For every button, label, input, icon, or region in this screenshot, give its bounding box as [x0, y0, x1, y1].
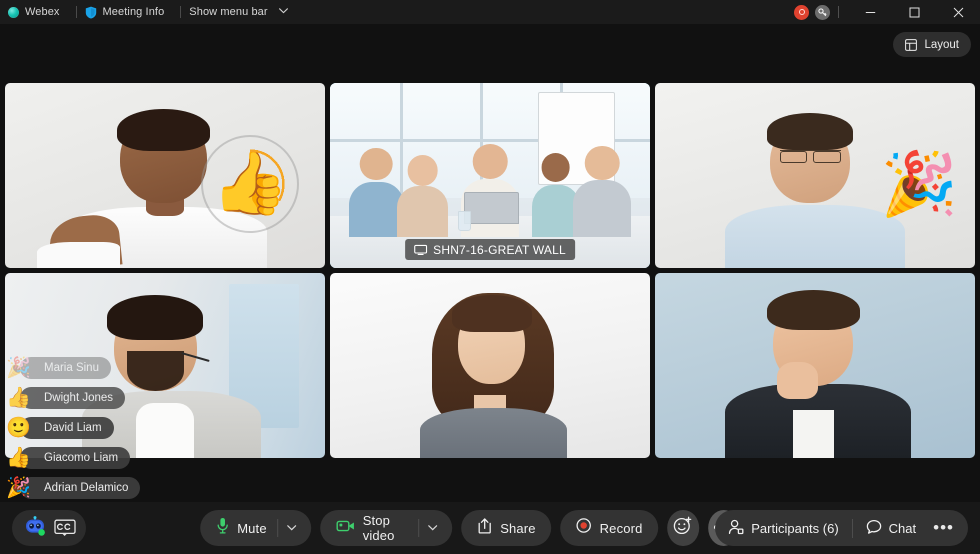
reaction-overlay-thumbs-up: 👍	[201, 134, 300, 233]
layout-button[interactable]: Layout	[893, 32, 971, 57]
closed-captions-icon[interactable]	[54, 519, 76, 537]
reaction-toast-name: Adrian Delamico	[20, 477, 141, 499]
video-tile-6[interactable]	[655, 273, 975, 458]
reaction-overlay-party-popper: 🎉	[873, 139, 965, 231]
camera-icon	[336, 519, 355, 538]
reaction-toast: 👍 Dwight Jones	[6, 387, 146, 409]
toolbar-right-group: Participants (6) Chat •••	[715, 510, 968, 546]
chat-button-label: Chat	[888, 520, 917, 536]
meeting-controls-toolbar: Mute Stop video Share Record Participant…	[0, 502, 980, 554]
webex-assistant-icon[interactable]	[22, 516, 48, 540]
participant-video-6	[655, 273, 975, 458]
thumbs-up-icon: 👍	[6, 447, 31, 469]
close-icon[interactable]	[936, 0, 980, 24]
reaction-toast: 🎉 Maria Sinu	[6, 357, 146, 379]
record-dot-icon	[576, 518, 592, 538]
chat-bubble-icon	[866, 519, 882, 538]
toolbar-right-more-button[interactable]: •••	[929, 510, 968, 546]
smiley-plus-icon	[674, 516, 693, 540]
mute-button[interactable]: Mute	[200, 510, 311, 546]
key-icon[interactable]	[815, 4, 830, 20]
share-upload-icon	[477, 517, 492, 539]
title-bar-left-group: Webex Meeting Info Show menu bar	[0, 0, 297, 24]
video-tile-5[interactable]	[330, 273, 650, 458]
title-bar-divider	[75, 6, 77, 18]
video-options-chevron-down-icon[interactable]	[419, 510, 446, 546]
minimize-icon[interactable]	[848, 0, 892, 24]
participants-button[interactable]: Participants (6)	[715, 510, 851, 546]
grid-layout-icon	[905, 38, 918, 51]
stop-video-button[interactable]: Stop video	[319, 510, 453, 546]
recording-indicator-icon[interactable]	[794, 4, 809, 20]
party-popper-icon: 🎉	[6, 357, 31, 379]
webex-meeting-window: Webex Meeting Info Show menu bar Layout …	[0, 0, 980, 554]
video-tile-1[interactable]: 👍	[5, 83, 325, 268]
chat-button[interactable]: Chat	[853, 510, 929, 546]
share-button[interactable]: Share	[461, 510, 552, 546]
show-menu-bar-button[interactable]: Show menu bar	[188, 0, 296, 24]
title-bar-divider-2	[180, 6, 182, 18]
video-grid: 👍	[5, 83, 975, 458]
video-tile-3[interactable]: 🎉	[655, 83, 975, 268]
shield-icon	[85, 6, 97, 19]
participant-name-pill: SHN7-16-GREAT WALL	[405, 239, 575, 260]
microphone-icon	[216, 517, 229, 539]
reactions-button[interactable]	[667, 510, 699, 546]
meeting-info-label: Meeting Info	[102, 6, 165, 18]
webex-app-menu[interactable]: Webex	[7, 0, 69, 24]
maximize-icon[interactable]	[892, 0, 936, 24]
chevron-down-icon	[278, 8, 288, 16]
record-button-label: Record	[599, 520, 643, 536]
webex-app-label: Webex	[25, 6, 60, 18]
participants-button-label: Participants (6)	[751, 520, 839, 536]
device-screen-icon	[414, 244, 428, 255]
reaction-toast: 👍 Giacomo Liam	[6, 447, 146, 469]
toolbar-center-group: Mute Stop video Share Record	[200, 510, 780, 546]
share-button-label: Share	[500, 520, 536, 536]
show-menu-bar-label: Show menu bar	[189, 6, 268, 18]
party-popper-icon: 🎉	[6, 477, 31, 499]
webex-logo-icon	[8, 6, 19, 18]
stop-video-button-label: Stop video	[362, 513, 395, 543]
thumbs-up-icon: 👍	[6, 387, 31, 409]
smiley-icon: 🙂	[6, 417, 31, 439]
mute-button-label: Mute	[237, 520, 267, 536]
participant-name-label: SHN7-16-GREAT WALL	[433, 242, 566, 257]
title-bar-right-group	[794, 0, 980, 24]
reaction-toast-name: Maria Sinu	[20, 357, 111, 379]
reaction-toast-name: Dwight Jones	[20, 387, 126, 409]
meeting-info-button[interactable]: Meeting Info	[84, 0, 174, 24]
layout-button-label: Layout	[924, 38, 959, 51]
reaction-toast: 🙂 David Liam	[6, 417, 146, 439]
reaction-toast-name: David Liam	[20, 417, 114, 439]
reaction-toast-name: Giacomo Liam	[20, 447, 131, 469]
reaction-notification-list: 🎉 Maria Sinu 👍 Dwight Jones 🙂 David Liam…	[6, 357, 146, 499]
record-button[interactable]: Record	[560, 510, 659, 546]
title-bar-divider-3	[838, 6, 839, 18]
party-popper-icon: 🎉	[880, 149, 958, 219]
reaction-toast: 🎉 Adrian Delamico	[6, 477, 146, 499]
participant-video-5	[330, 273, 650, 458]
person-icon	[728, 519, 744, 538]
video-tile-2-active-speaker[interactable]: SHN7-16-GREAT WALL	[330, 83, 650, 268]
mute-options-chevron-down-icon[interactable]	[278, 510, 305, 546]
title-bar: Webex Meeting Info Show menu bar	[0, 0, 980, 24]
toolbar-left-group	[12, 510, 86, 546]
